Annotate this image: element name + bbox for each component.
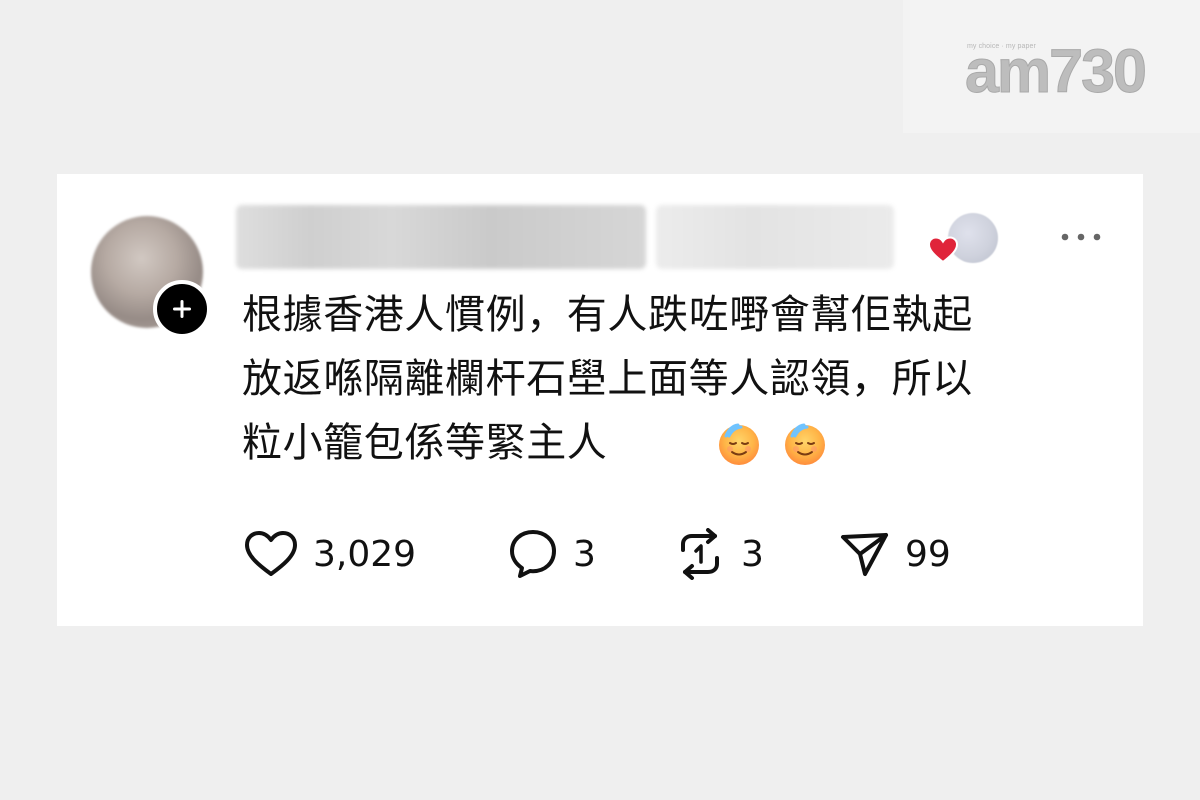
repost-count: 3 — [741, 533, 764, 575]
share-button[interactable]: 99 — [839, 526, 951, 582]
more-dots-icon[interactable] — [1058, 226, 1104, 248]
post-meta-blurred — [656, 205, 894, 269]
heart-outline-icon — [245, 531, 297, 576]
share-count: 99 — [905, 533, 951, 575]
emoji-row — [714, 418, 834, 474]
brand-wordmark: am730 — [965, 37, 1148, 105]
username-blurred[interactable] — [236, 205, 646, 269]
repost-icon — [681, 528, 719, 580]
comment-button[interactable]: 3 — [507, 526, 596, 582]
plus-icon — [173, 300, 191, 318]
comment-bubble-icon — [510, 530, 556, 578]
post-actions: 3,029 3 3 99 — [243, 526, 1003, 582]
heart-icon — [928, 236, 958, 264]
repost-button[interactable]: 3 — [673, 526, 764, 582]
post-text: 根據香港人慣例，有人跌咗嘢會幫佢執起 放返喺隔離欄杆石壆上面等人認領，所以 粒小… — [242, 292, 973, 466]
sweat-smile-emoji — [714, 418, 764, 468]
send-icon — [841, 533, 888, 576]
brand-logo: my choice · my paper am730 — [965, 36, 1150, 108]
like-count: 3,029 — [313, 533, 417, 575]
sweat-smile-emoji — [780, 418, 830, 468]
comment-count: 3 — [573, 533, 596, 575]
like-button[interactable]: 3,029 — [243, 526, 416, 582]
follow-button[interactable] — [153, 280, 211, 338]
